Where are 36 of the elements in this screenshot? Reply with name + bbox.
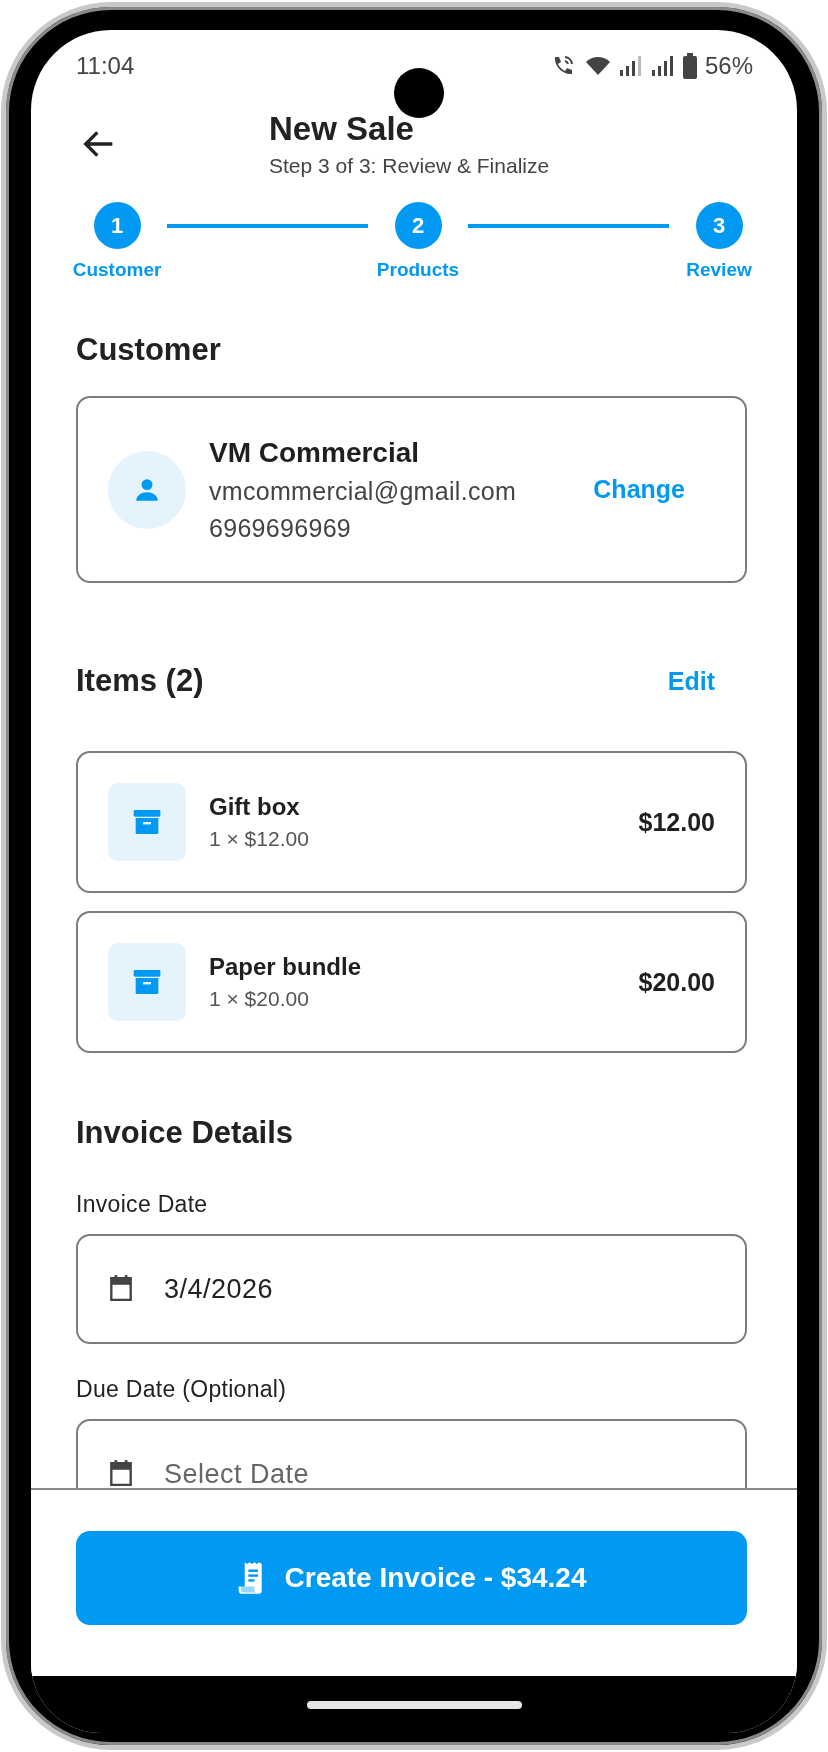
step-number: 2: [394, 202, 442, 249]
step-label: Review: [686, 259, 752, 281]
item-quantity: 1 × $12.00: [209, 827, 310, 851]
front-camera: [394, 68, 444, 118]
status-time: 11:04: [76, 52, 135, 80]
wifi-icon: [584, 55, 611, 77]
page-title: New Sale: [269, 110, 415, 148]
signal-icon: [618, 55, 643, 77]
item-price: $20.00: [638, 967, 715, 997]
edit-button[interactable]: Edit: [667, 666, 715, 696]
customer-phone: 6969696969: [209, 513, 353, 543]
item-name: Paper bundle: [209, 953, 363, 981]
step-label: Customer: [72, 259, 162, 281]
item-name: Gift box: [209, 793, 301, 821]
section-heading: Invoice Details: [76, 1115, 295, 1151]
item-price: $12.00: [638, 807, 715, 837]
battery-icon: [682, 53, 697, 79]
field-label: Due Date (Optional): [76, 1376, 288, 1403]
battery-percent: 56%: [704, 52, 753, 80]
change-button[interactable]: Change: [593, 475, 685, 504]
section-heading: Items (2): [76, 663, 204, 699]
create-invoice-button[interactable]: Create Invoice - $34.24: [76, 1531, 747, 1625]
step-number: 1: [93, 202, 141, 249]
calendar-icon: [108, 1459, 134, 1487]
customer-name: VM Commercial: [209, 436, 421, 469]
calendar-icon: [108, 1274, 134, 1302]
step-label: Products: [376, 259, 460, 281]
customer-email: vmcommercial@gmail.com: [209, 476, 517, 506]
home-indicator[interactable]: [306, 1700, 522, 1709]
item-quantity: 1 × $20.00: [209, 987, 310, 1011]
step-number: 3: [695, 202, 743, 249]
date-field[interactable]: 3/4/2026: [76, 1234, 747, 1344]
signal-icon: [650, 55, 675, 77]
section-heading: Customer: [76, 332, 222, 368]
field-label: Invoice Date: [76, 1191, 209, 1218]
page-subtitle: Step 3 of 3: Review & Finalize: [269, 154, 550, 178]
